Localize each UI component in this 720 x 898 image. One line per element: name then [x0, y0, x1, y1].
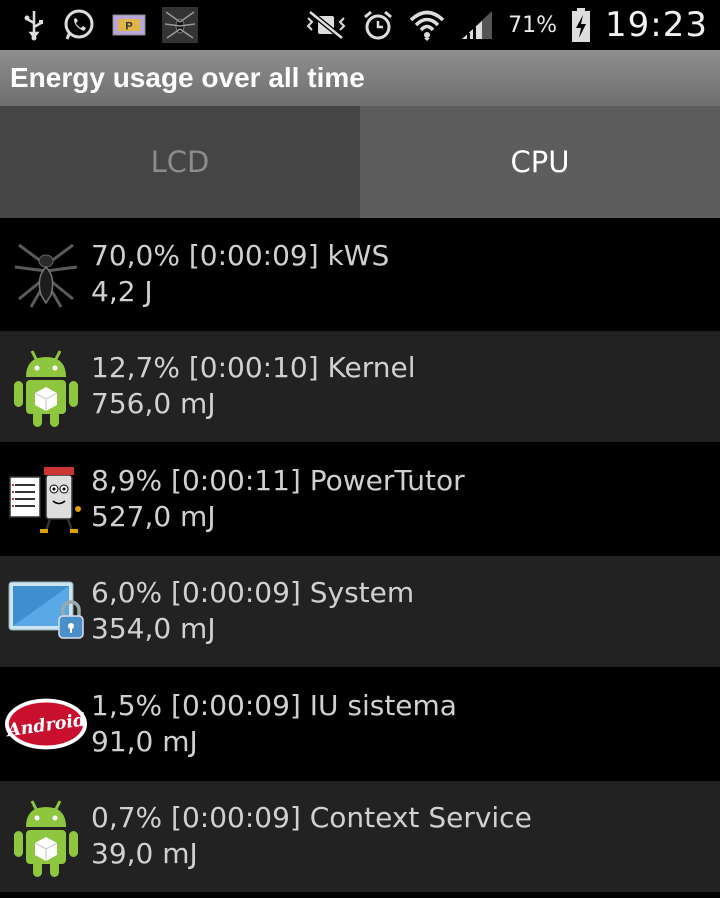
battery-percentage: 71%: [508, 12, 558, 38]
title-bar: Energy usage over all time: [0, 50, 720, 106]
app-usage-summary: 12,7% [0:00:10] Kernel: [91, 351, 416, 385]
android-robot-icon: [4, 794, 88, 878]
list-item[interactable]: 12,7% [0:00:10] Kernel 756,0 mJ: [0, 330, 720, 443]
usb-icon: [22, 9, 46, 41]
status-bar: P 71% 19:23: [0, 0, 720, 50]
spider-icon: [4, 232, 88, 316]
list-item[interactable]: 0,7% [0:00:09] Context Service 39,0 mJ: [0, 780, 720, 893]
mute-vibrate-icon: [304, 10, 348, 40]
system-icons: 71% 19:23: [304, 5, 708, 45]
wifi-icon: [408, 9, 446, 41]
list-item[interactable]: 6,0% [0:00:09] System 354,0 mJ: [0, 555, 720, 668]
android-robot-icon: [4, 344, 88, 428]
app-usage-summary: 0,7% [0:00:09] Context Service: [91, 801, 532, 835]
battery-charging-icon: [571, 8, 591, 42]
list-item[interactable]: Android 1,5% [0:00:09] IU sistema 91,0 m…: [0, 668, 720, 781]
list-item[interactable]: 70,0% [0:00:09] kWS 4,2 J: [0, 218, 720, 331]
app-energy-value: 4,2 J: [91, 274, 153, 308]
tab-cpu[interactable]: CPU: [360, 106, 720, 218]
notification-icons: P: [22, 7, 198, 43]
system-lock-icon: [4, 569, 88, 653]
list-item[interactable]: 8,9% [0:00:11] PowerTutor 527,0 mJ: [0, 443, 720, 556]
app-usage-summary: 6,0% [0:00:09] System: [91, 576, 415, 610]
app-energy-value: 354,0 mJ: [91, 612, 216, 646]
signal-icon: [460, 9, 494, 41]
app-usage-summary: 8,9% [0:00:11] PowerTutor: [91, 463, 465, 497]
whatsapp-icon: [62, 8, 96, 42]
tab-bar: LCD CPU: [0, 106, 720, 218]
clock: 19:23: [605, 5, 708, 45]
android-kitkat-icon: Android: [4, 682, 88, 766]
page-title: Energy usage over all time: [10, 62, 365, 93]
alarm-icon: [362, 9, 394, 41]
powertutor-icon: [4, 457, 88, 541]
app-energy-value: 527,0 mJ: [91, 499, 216, 533]
app-usage-summary: 70,0% [0:00:09] kWS: [91, 238, 390, 272]
app-energy-list: 70,0% [0:00:09] kWS 4,2 J 12,7% [0:00:10…: [0, 218, 720, 893]
svg-text:P: P: [125, 21, 132, 33]
spider-app-icon: [162, 7, 198, 43]
app-usage-summary: 1,5% [0:00:09] IU sistema: [91, 688, 457, 722]
app-energy-value: 756,0 mJ: [91, 387, 216, 421]
app-energy-value: 91,0 mJ: [91, 724, 198, 758]
app-energy-value: 39,0 mJ: [91, 837, 198, 871]
parking-icon: P: [112, 14, 146, 36]
tab-lcd[interactable]: LCD: [0, 106, 360, 218]
